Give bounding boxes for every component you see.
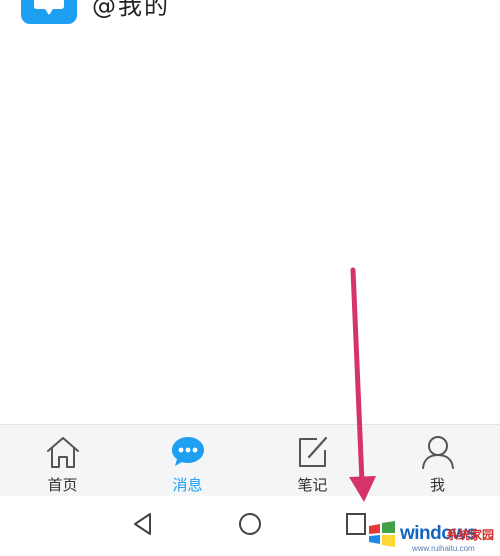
watermark-url: www.ruihaitu.com bbox=[412, 544, 475, 553]
watermark: windows 系统家园 www.ruihaitu.com bbox=[360, 505, 500, 556]
annotation-arrow bbox=[349, 267, 376, 502]
watermark-cn: 系统家园 bbox=[446, 528, 495, 542]
windows-logo-icon bbox=[369, 521, 395, 547]
